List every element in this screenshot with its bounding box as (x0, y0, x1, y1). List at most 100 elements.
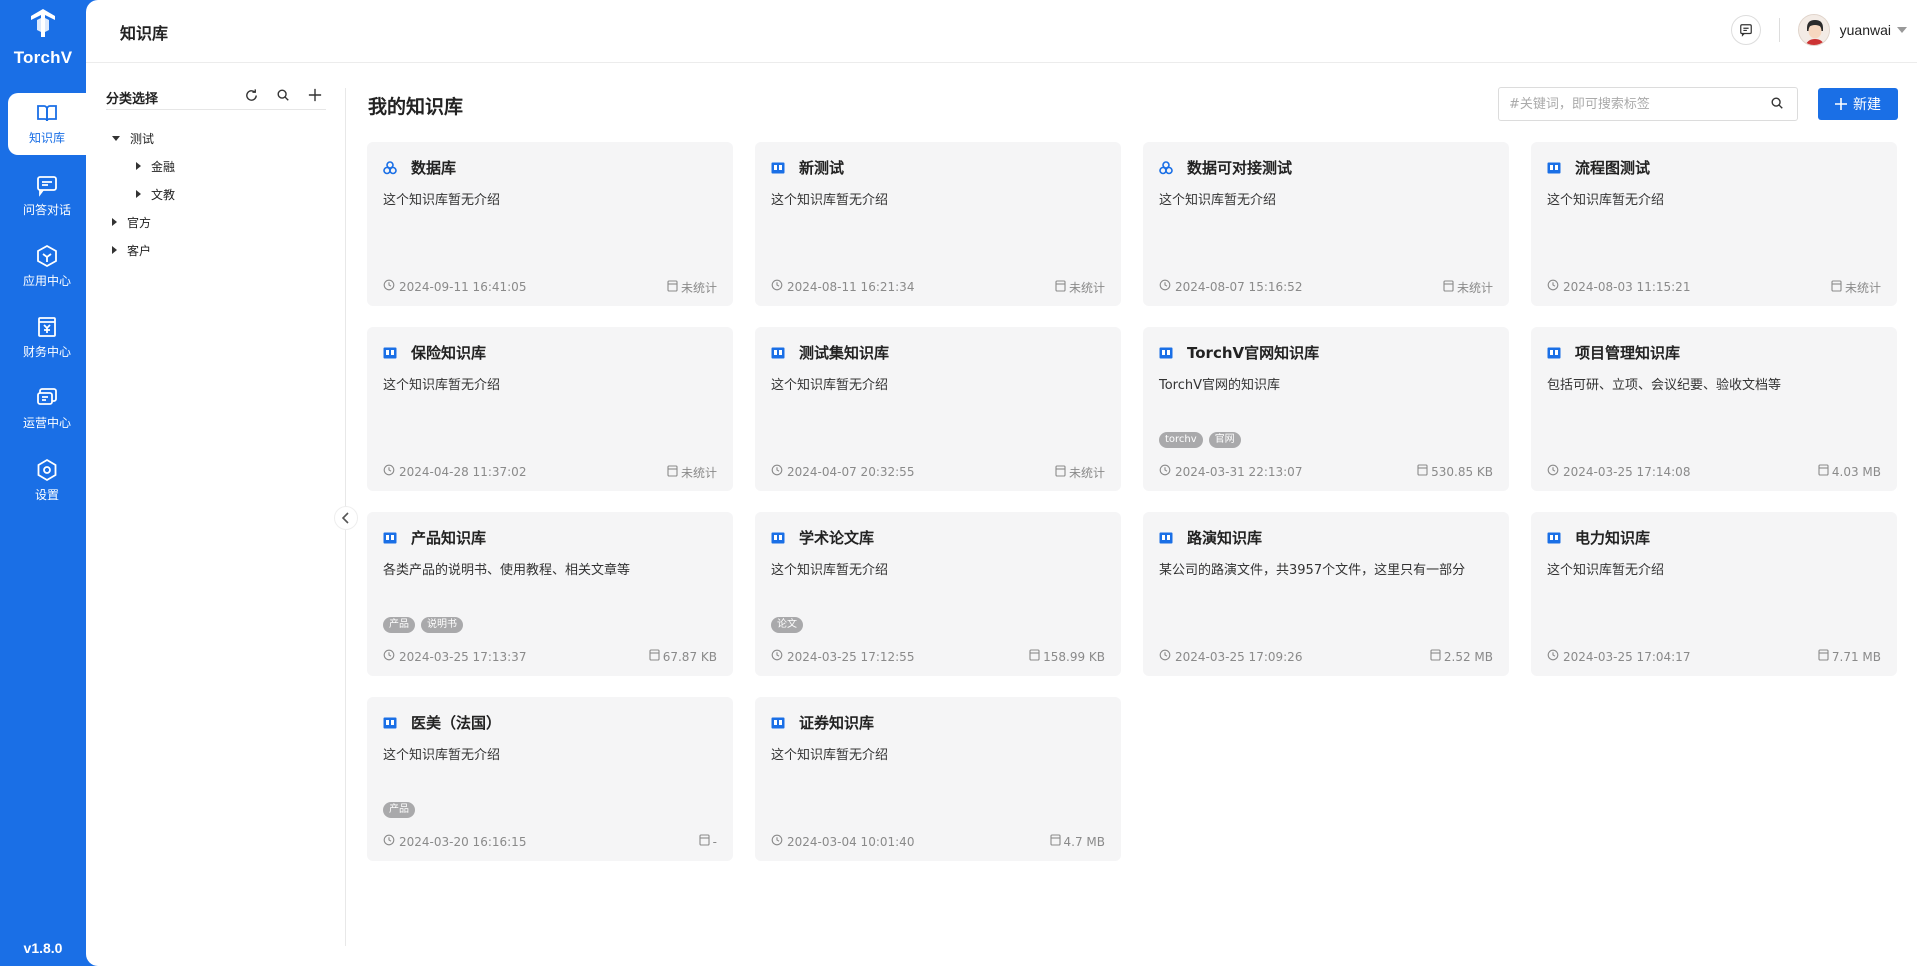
kb-title: 保险知识库 (411, 344, 487, 362)
kb-date-text: 2024-09-11 16:41:05 (399, 279, 527, 294)
kb-description: 这个知识库暂无介绍 (383, 748, 501, 763)
add-category-icon[interactable] (306, 86, 324, 104)
nav-item-settings[interactable]: 设置 (8, 450, 86, 512)
kb-date: 2024-03-25 17:14:08 (1547, 464, 1690, 479)
kb-card[interactable]: 电力知识库 这个知识库暂无介绍 2024-03-25 17:04:17 7.71 MB (1531, 512, 1897, 676)
tag[interactable]: 产品 (383, 617, 415, 633)
kb-description: 各类产品的说明书、使用教程、相关文章等 (383, 563, 631, 578)
book-icon (771, 531, 785, 545)
kb-date-text: 2024-04-07 20:32:55 (787, 464, 915, 479)
clock-icon (383, 279, 395, 294)
caret-down-icon[interactable] (112, 135, 120, 141)
kb-date: 2024-03-31 22:13:07 (1159, 464, 1302, 479)
kb-size-text: 未统计 (1456, 281, 1493, 295)
chat-icon (37, 176, 57, 197)
kb-title: 路演知识库 (1187, 529, 1263, 547)
kb-title: 证券知识库 (799, 714, 875, 732)
kb-date: 2024-08-03 11:15:21 (1547, 279, 1690, 294)
username[interactable]: yuanwai (1840, 22, 1891, 38)
kb-card[interactable]: 保险知识库这个知识库暂无介绍 2024-04-28 11:37:02 未统计 (367, 327, 733, 491)
kb-date-text: 2024-08-07 15:16:52 (1175, 279, 1303, 294)
clock-icon (383, 649, 395, 664)
kb-card[interactable]: 数据库 这个知识库暂无介绍 2024-09-11 16:41:05 未统计 (367, 142, 733, 306)
tag[interactable]: 论文 (771, 617, 803, 633)
kb-date: 2024-09-11 16:41:05 (383, 279, 526, 294)
kb-title: 流程图测试 (1575, 159, 1651, 177)
category-tools (242, 86, 324, 104)
search-icon[interactable] (1770, 96, 1784, 110)
caret-right-icon[interactable] (112, 218, 117, 226)
caret-right-icon[interactable] (136, 162, 141, 170)
kb-date: 2024-03-25 17:13:37 (383, 649, 526, 664)
search-input[interactable] (1498, 87, 1798, 121)
kb-date: 2024-03-20 16:16:15 (383, 834, 526, 849)
clock-icon (771, 649, 783, 664)
tag-list: torchv 官网 (1159, 432, 1241, 448)
message-button[interactable] (1730, 15, 1761, 45)
new-button[interactable]: 新建 (1818, 88, 1898, 120)
tree-node-label: 测试 (130, 131, 155, 146)
tree-node-test[interactable]: 测试 (112, 124, 175, 152)
plus-icon (1835, 98, 1847, 110)
kb-card[interactable]: 新测试 这个知识库暂无介绍 2024-08-11 16:21:34 未统计 (755, 142, 1121, 306)
tree-node-customer[interactable]: 客户 (112, 236, 175, 264)
clock-icon (771, 834, 783, 849)
new-button-label: 新建 (1853, 97, 1881, 113)
tree-node-official[interactable]: 官方 (112, 208, 175, 236)
kb-card[interactable]: 路演知识库 某公司的路演文件，共3957个文件，这里只有一部分 2024-03-25… (1143, 512, 1509, 676)
clock-icon (771, 279, 783, 294)
kb-card[interactable]: TorchV官网知识库 TorchV官网的知识库 torchv 官网 2024-03-3… (1143, 327, 1509, 491)
category-tree: 测试 金融 文教 官方 客户 (112, 124, 175, 264)
clock-icon (1547, 279, 1559, 294)
tree-node-label: 官方 (127, 215, 152, 230)
kb-card[interactable]: 产品知识库 各类产品的说明书、使用教程、相关文章等 产品 说明书 2024-03-25 … (367, 512, 733, 676)
kb-size: 未统计 (667, 464, 717, 481)
caret-right-icon[interactable] (112, 246, 117, 254)
refresh-icon[interactable] (242, 86, 260, 104)
app-hex-icon (37, 244, 57, 268)
kb-date: 2024-08-11 16:21:34 (771, 279, 914, 294)
nav-item-apps[interactable]: 应用中心 (8, 236, 86, 298)
tag-list: 论文 (771, 617, 803, 633)
tree-node-culture[interactable]: 文教 (112, 180, 175, 208)
kb-card[interactable]: 测试集知识库 这个知识库暂无介绍 2024-04-07 20:32:55 未统计 (755, 327, 1121, 491)
nav-item-finance[interactable]: 财务中心 (8, 307, 86, 369)
file-icon (1055, 465, 1066, 480)
kb-card[interactable]: 流程图测试 这个知识库暂无介绍 2024-08-03 11:15:21 未统计 (1531, 142, 1897, 306)
kb-card[interactable]: 学术论文库 这个知识库暂无介绍 论文 2024-03-25 17:12:55 158.9… (755, 512, 1121, 676)
kb-card[interactable]: 医美（法国） 这个知识库暂无介绍 产品 2024-03-20 16:16:15 - (367, 697, 733, 861)
kb-card[interactable]: 项目管理知识库 包括可研、立项、会议纪要、验收文档等 2024-03-25 17:1… (1531, 327, 1897, 491)
collapse-panel-button[interactable] (334, 506, 358, 530)
kb-size-text: 530.85 KB (1431, 464, 1493, 479)
search-icon[interactable] (274, 86, 292, 104)
kb-title: 电力知识库 (1575, 529, 1651, 547)
kb-description: 这个知识库暂无介绍 (383, 378, 501, 393)
kb-size-text: 未统计 (680, 281, 717, 295)
file-icon (649, 649, 660, 664)
tag[interactable]: torchv (1159, 432, 1203, 448)
file-icon (1443, 280, 1454, 295)
avatar[interactable] (1797, 14, 1830, 46)
tree-node-finance[interactable]: 金融 (112, 152, 175, 180)
kb-description: 这个知识库暂无介绍 (771, 748, 889, 763)
file-icon (1049, 834, 1061, 849)
kb-date-text: 2024-04-28 11:37:02 (399, 464, 527, 479)
kb-date-text: 2024-03-25 17:13:37 (399, 649, 527, 664)
tag[interactable]: 官网 (1208, 432, 1241, 448)
kb-card[interactable]: 证券知识库 这个知识库暂无介绍 2024-03-04 10:01:40 4.7 MB (755, 697, 1121, 861)
nav-item-chat[interactable]: 问答对话 (8, 165, 86, 227)
kb-title: 项目管理知识库 (1575, 344, 1681, 362)
kb-size: 4.7 MB (1049, 834, 1105, 849)
kb-size: 4.03 MB (1818, 464, 1881, 479)
kb-description: TorchV官网的知识库 (1159, 378, 1281, 393)
nav-item-knowledge[interactable]: 知识库 (8, 93, 86, 155)
kb-card[interactable]: 数据可对接测试 这个知识库暂无介绍 2024-08-07 15:16:52 未统计 (1143, 142, 1509, 306)
tag-list: 产品 (383, 802, 415, 818)
tag[interactable]: 产品 (383, 802, 415, 818)
top-bar: 知识库 yuanwai (86, 0, 1917, 63)
finance-icon (38, 317, 56, 337)
tag[interactable]: 说明书 (421, 617, 463, 633)
chevron-down-icon[interactable] (1897, 27, 1907, 33)
nav-item-operations[interactable]: 运营中心 (8, 378, 86, 440)
caret-right-icon[interactable] (136, 190, 141, 198)
